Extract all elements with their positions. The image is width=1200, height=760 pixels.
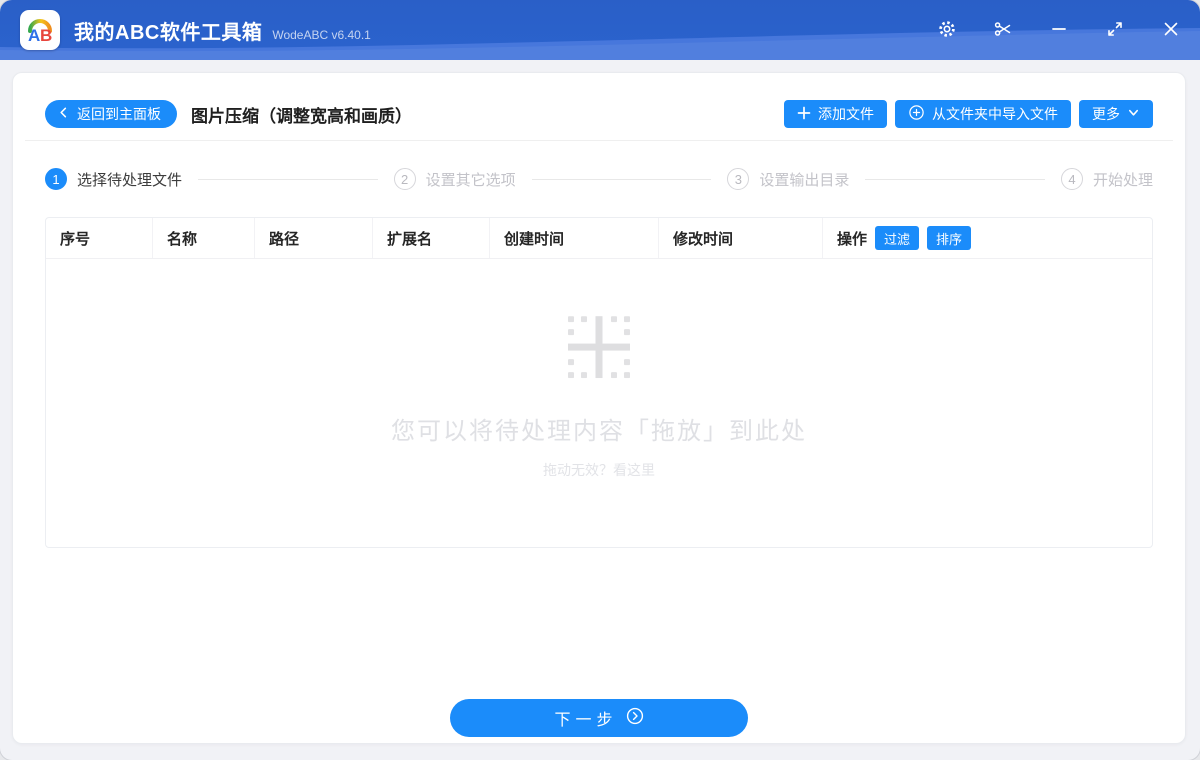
drop-hint-text: 您可以将待处理内容「拖放」到此处 [391,418,807,446]
column-header-modified: 修改时间 [658,218,822,258]
back-to-dashboard-button[interactable]: 返回到主面板 [45,100,177,128]
step-3-circle: 3 [727,168,750,190]
column-header-name: 名称 [152,218,254,258]
circle-plus-icon [908,104,925,124]
scissors-icon [993,19,1013,42]
svg-text:A: A [28,26,40,45]
window-controls [937,20,1181,40]
column-header-path: 路径 [254,218,372,258]
gear-icon [937,19,957,42]
more-button[interactable]: 更多 [1079,100,1153,128]
add-files-label: 添加文件 [818,106,874,122]
drop-zone[interactable]: 您可以将待处理内容「拖放」到此处 拖动无效？看这里 [46,259,1152,547]
step-4-start: 4 开始处理 [1060,168,1153,190]
drag-help-link[interactable]: 拖动无效？看这里 [543,460,655,480]
plus-icon [797,106,811,123]
app-window: A B 我的ABC软件工具箱 WodeABC v6.40.1 返回到主面板 图片… [0,0,1200,760]
main-panel: 返回到主面板 图片压缩（调整宽高和画质） 添加文件 从文件夹中导入文件 更多 1… [12,72,1186,744]
title-bar: A B 我的ABC软件工具箱 WodeABC v6.40.1 [0,0,1200,60]
step-1-select-files: 1 选择待处理文件 [45,168,182,190]
app-title: 我的ABC软件工具箱 [74,21,263,44]
import-from-folder-button[interactable]: 从文件夹中导入文件 [895,100,1071,128]
circle-arrow-right-icon [626,707,644,730]
column-header-index: 序号 [60,230,91,248]
svg-text:B: B [40,26,52,45]
app-version: WodeABC v6.40.1 [272,27,371,42]
step-connector [865,178,1045,180]
more-button-label: 更多 [1092,106,1120,122]
step-connector [198,178,378,180]
page-title: 图片压缩（调整宽高和画质） [191,106,412,126]
drag-drop-plus-icon [568,316,630,383]
settings-button[interactable] [937,20,957,40]
panel-header: 返回到主面板 图片压缩（调整宽高和画质） 添加文件 从文件夹中导入文件 更多 [45,100,1153,128]
header-actions: 添加文件 从文件夹中导入文件 更多 [784,100,1153,128]
sort-button[interactable]: 排序 [927,226,972,250]
minimize-icon [1049,19,1069,42]
step-4-label: 开始处理 [1092,171,1153,189]
step-2-options: 2 设置其它选项 [393,168,516,190]
app-logo: A B [20,10,60,50]
filter-button[interactable]: 过滤 [875,226,920,250]
actions-label: 操作 [837,230,868,248]
step-4-circle: 4 [1060,168,1083,190]
step-1-circle: 1 [45,168,67,190]
import-from-folder-label: 从文件夹中导入文件 [932,106,1058,122]
next-step-label: 下一步 [554,712,618,729]
screenshot-button[interactable] [993,20,1013,40]
maximize-icon [1105,19,1125,42]
file-table: 序号 名称 路径 扩展名 创建时间 修改时间 操作 过滤 排序 您可以将待处理内… [45,217,1153,548]
minimize-button[interactable] [1049,20,1069,40]
maximize-button[interactable] [1105,20,1125,40]
add-files-button[interactable]: 添加文件 [784,100,887,128]
chevron-left-icon [57,106,70,122]
column-header-actions: 操作 过滤 排序 [822,218,1152,258]
next-step-button[interactable]: 下一步 [450,699,748,737]
step-3-label: 设置输出目录 [759,171,850,189]
step-2-label: 设置其它选项 [425,171,516,189]
step-2-circle: 2 [393,168,416,190]
title-group: 我的ABC软件工具箱 WodeABC v6.40.1 [74,16,371,45]
panel-footer: 下一步 [13,699,1185,737]
back-button-label: 返回到主面板 [77,106,161,122]
step-1-label: 选择待处理文件 [77,171,183,189]
close-icon [1161,19,1181,42]
empty-state: 您可以将待处理内容「拖放」到此处 拖动无效？看这里 [46,316,1152,480]
table-header-row: 序号 名称 路径 扩展名 创建时间 修改时间 操作 过滤 排序 [46,218,1152,259]
close-button[interactable] [1161,20,1181,40]
step-3-output-dir: 3 设置输出目录 [727,168,849,190]
column-header-extension: 扩展名 [372,218,489,258]
chevron-down-icon [1127,106,1140,122]
column-header-created: 创建时间 [489,218,658,258]
step-connector [531,178,712,180]
step-indicator: 1 选择待处理文件 2 设置其它选项 3 设置输出目录 4 开始处理 [45,141,1153,217]
